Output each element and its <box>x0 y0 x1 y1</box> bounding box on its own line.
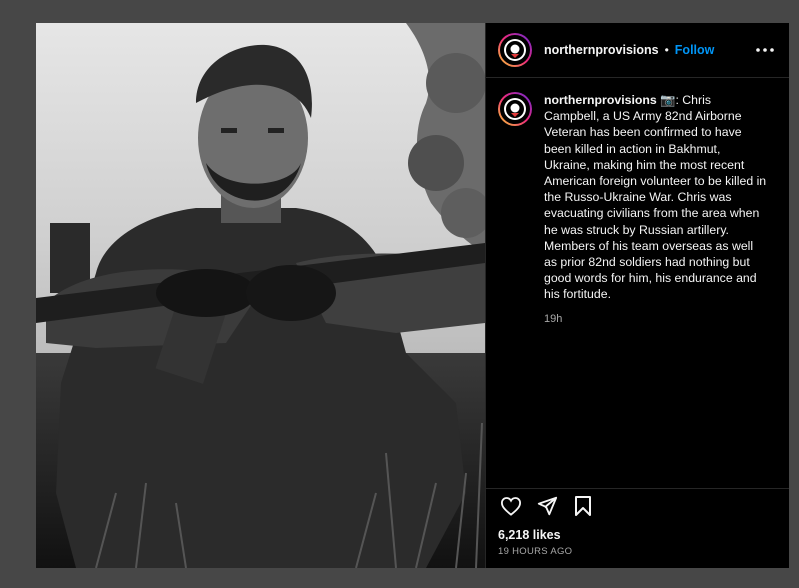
post-modal: northernprovisions • Follow northernprov… <box>36 23 789 568</box>
soldier-photo-image <box>36 23 485 568</box>
caption-content: 📷: Chris Campbell, a US Army 82nd Airbor… <box>544 93 767 302</box>
post-header: northernprovisions • Follow <box>486 23 789 78</box>
avatar-image <box>500 35 530 65</box>
caption-timestamp[interactable]: 19h <box>544 313 769 325</box>
heart-icon[interactable] <box>498 493 524 519</box>
caption: northernprovisions 📷: Chris Campbell, a … <box>486 78 789 325</box>
likes-count[interactable]: 6,218 likes <box>498 528 561 542</box>
action-row <box>498 491 775 521</box>
post-username[interactable]: northernprovisions <box>544 43 659 57</box>
seal-logo-icon <box>504 98 526 120</box>
post-photo[interactable] <box>36 23 485 568</box>
post-timestamp[interactable]: 19 HOURS AGO <box>498 546 572 557</box>
paper-plane-icon[interactable] <box>534 493 560 519</box>
caption-avatar-image <box>500 94 530 124</box>
avatar[interactable] <box>498 33 532 67</box>
caption-body: northernprovisions 📷: Chris Campbell, a … <box>544 92 769 325</box>
action-bar <box>486 488 789 518</box>
bookmark-icon[interactable] <box>570 493 596 519</box>
more-options-icon[interactable] <box>755 40 775 60</box>
caption-username[interactable]: northernprovisions <box>544 93 657 107</box>
separator-dot: • <box>664 43 669 57</box>
follow-button[interactable]: Follow <box>675 43 715 57</box>
caption-avatar[interactable] <box>498 92 532 126</box>
caption-text: northernprovisions 📷: Chris Campbell, a … <box>544 92 769 303</box>
seal-logo-icon <box>504 39 526 61</box>
post-side-panel: northernprovisions • Follow northernprov… <box>485 23 789 568</box>
